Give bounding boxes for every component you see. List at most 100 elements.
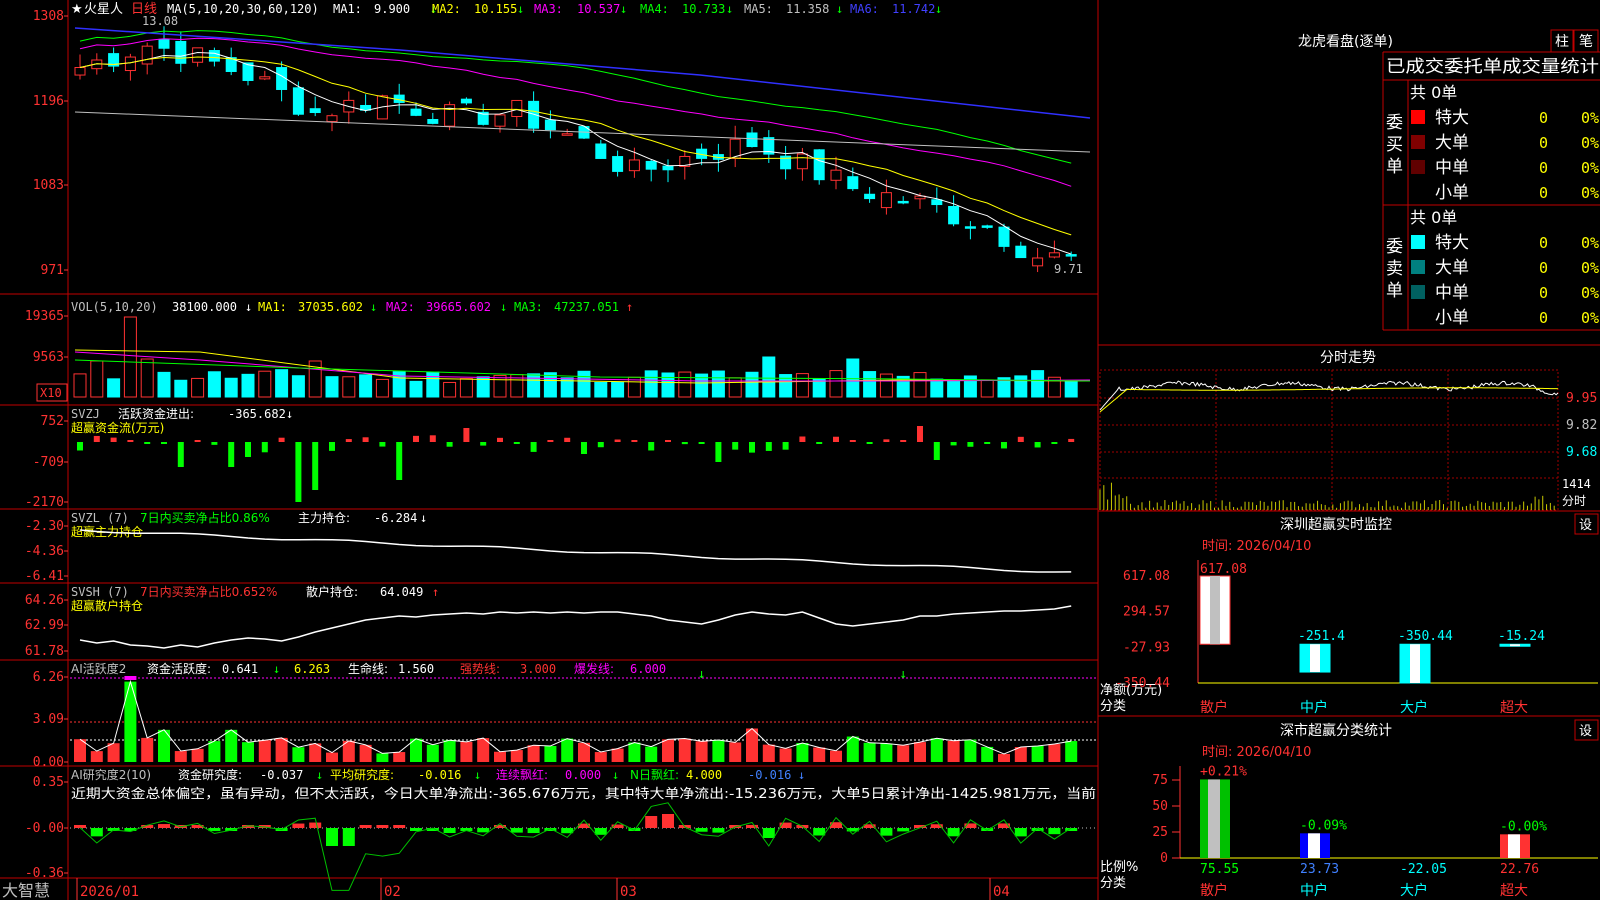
volume-bar[interactable] (577, 370, 591, 398)
fund-flow-bar[interactable] (732, 442, 739, 450)
activity-bar[interactable] (662, 739, 674, 762)
activity-bar[interactable] (393, 752, 406, 762)
fund-flow-bar[interactable] (547, 440, 554, 442)
activity-bar[interactable] (578, 742, 590, 762)
activity-bar[interactable] (242, 742, 254, 762)
activity-bar[interactable] (443, 740, 456, 762)
volume-bar[interactable] (829, 370, 843, 398)
research-bar[interactable] (712, 828, 725, 833)
volume-bar[interactable] (745, 371, 759, 398)
volume-bar[interactable] (527, 373, 541, 398)
volume-bar[interactable] (1064, 380, 1078, 398)
fund-flow-bar[interactable] (681, 442, 688, 445)
fund-flow-bar[interactable] (900, 440, 907, 442)
candle-body[interactable] (1032, 257, 1044, 267)
activity-bar[interactable] (729, 742, 742, 762)
activity-bar[interactable] (930, 738, 943, 762)
candle-body[interactable] (964, 226, 976, 229)
volume-bar[interactable] (947, 379, 961, 398)
fund-flow-bar[interactable] (530, 442, 537, 452)
fund-flow-bar[interactable] (211, 442, 218, 445)
volume-bar[interactable] (1031, 370, 1045, 398)
fund-flow-bar[interactable] (329, 442, 335, 451)
research-bar[interactable] (74, 825, 86, 828)
fund-flow-bar[interactable] (77, 442, 83, 451)
candle-body[interactable] (897, 200, 909, 204)
candle-body[interactable] (124, 56, 136, 72)
research-bar[interactable] (90, 828, 103, 837)
fund-flow-bar[interactable] (765, 442, 772, 451)
volume-bar[interactable] (409, 380, 423, 398)
fund-flow-bar[interactable] (261, 442, 268, 453)
candle-body[interactable] (410, 108, 422, 116)
fund-flow-bar[interactable] (631, 440, 638, 442)
activity-bar[interactable] (964, 739, 977, 762)
volume-bar[interactable] (493, 374, 507, 398)
fund-flow-bar[interactable] (413, 435, 419, 442)
volume-bar[interactable] (611, 381, 625, 398)
research-bar[interactable] (326, 828, 338, 846)
volume-bar[interactable] (543, 372, 557, 398)
fund-flow-bar[interactable] (429, 435, 436, 442)
activity-bar[interactable] (712, 739, 725, 762)
candle-body[interactable] (864, 193, 876, 200)
fund-flow-bar[interactable] (1017, 436, 1024, 442)
fund-flow-bar[interactable] (833, 436, 839, 442)
activity-bar[interactable] (1031, 745, 1044, 762)
activity-bar[interactable] (1065, 741, 1078, 762)
activity-bar[interactable] (746, 728, 758, 763)
activity-bar[interactable] (830, 750, 842, 762)
volume-bar[interactable] (174, 379, 188, 398)
activity-bar[interactable] (813, 747, 826, 762)
activity-bar[interactable] (695, 741, 708, 762)
research-bar[interactable] (443, 828, 456, 834)
fund-flow-bar[interactable] (161, 442, 167, 444)
fund-flow-bar[interactable] (597, 442, 604, 448)
volume-bar[interactable] (963, 375, 977, 398)
research-bar[interactable] (158, 824, 170, 828)
activity-bar[interactable] (510, 750, 523, 762)
research-bar[interactable] (762, 828, 775, 838)
activity-bar[interactable] (1014, 747, 1027, 762)
fund-flow-bar[interactable] (984, 442, 991, 444)
fund-flow-bar[interactable] (194, 440, 201, 442)
volume-bar[interactable] (90, 360, 104, 398)
volume-bar[interactable] (241, 373, 255, 398)
candle-body[interactable] (1048, 252, 1060, 258)
candle-body[interactable] (662, 165, 674, 171)
candle-body[interactable] (813, 149, 825, 181)
fund-flow-bar[interactable] (782, 442, 789, 450)
candle-body[interactable] (192, 47, 204, 63)
fund-flow-bar[interactable] (866, 442, 873, 444)
fund-flow-bar[interactable] (967, 442, 974, 447)
candle-body[interactable] (141, 45, 153, 65)
fund-flow-bar[interactable] (715, 442, 722, 462)
volume-bar[interactable] (711, 370, 725, 398)
activity-bar[interactable] (460, 741, 473, 762)
fund-flow-bar[interactable] (362, 437, 369, 442)
candle-body[interactable] (544, 119, 556, 131)
activity-bar[interactable] (426, 744, 439, 762)
research-bar[interactable] (645, 816, 658, 828)
volume-bar[interactable] (140, 358, 154, 398)
fund-flow-bar[interactable] (698, 442, 705, 444)
volume-bar[interactable] (207, 371, 221, 398)
fund-flow-bar[interactable] (127, 440, 134, 442)
research-bar[interactable] (477, 828, 490, 833)
activity-bar[interactable] (611, 748, 624, 762)
activity-bar[interactable] (678, 738, 691, 762)
research-bar[interactable] (947, 828, 960, 837)
fund-flow-bar[interactable] (581, 442, 587, 454)
activity-bar[interactable] (494, 751, 506, 762)
volume-bar[interactable] (342, 376, 356, 398)
candle-body[interactable] (259, 76, 271, 80)
candle-body[interactable] (561, 133, 573, 136)
activity-bar[interactable] (124, 681, 137, 762)
research-bar[interactable] (594, 828, 607, 835)
candle-body[interactable] (460, 98, 472, 104)
fund-flow-bar[interactable] (883, 439, 890, 442)
research-bar[interactable] (1048, 828, 1061, 835)
volume-bar[interactable] (1014, 375, 1028, 398)
volume-bar[interactable] (879, 373, 893, 398)
candle-body[interactable] (796, 153, 808, 170)
